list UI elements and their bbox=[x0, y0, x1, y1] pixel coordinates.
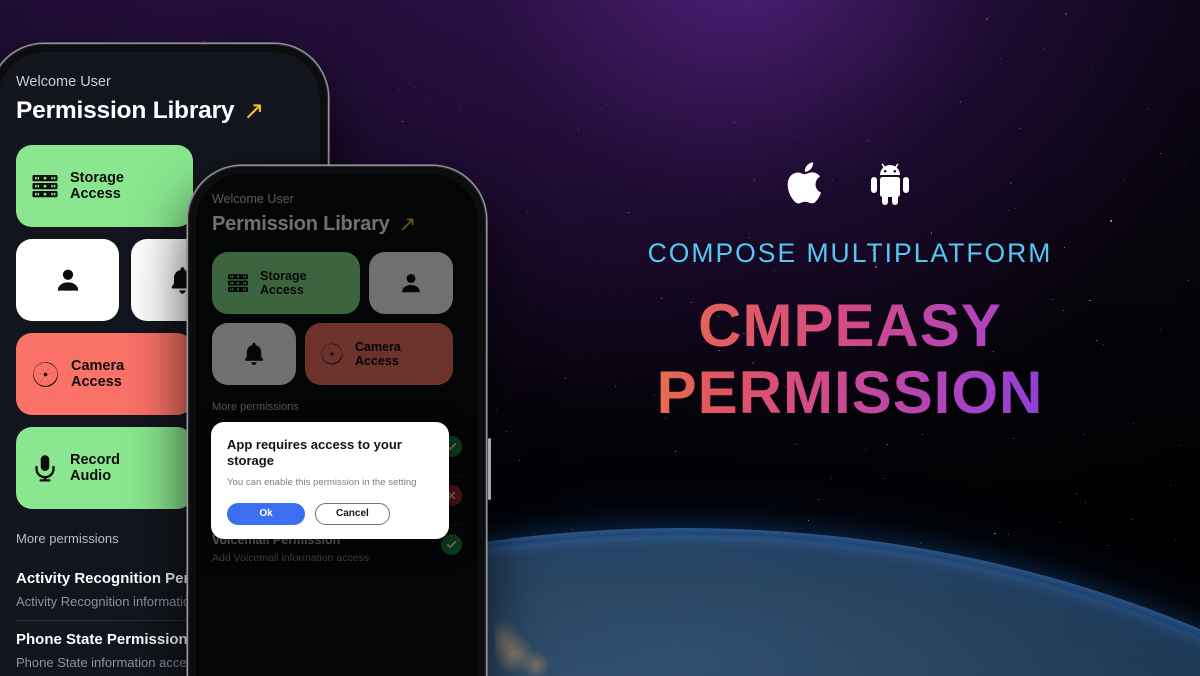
cancel-button[interactable]: Cancel bbox=[315, 502, 390, 525]
tile-camera-access[interactable]: Camera Access bbox=[16, 333, 193, 415]
person-icon bbox=[57, 269, 78, 291]
product-name-line-2: PERMISSION bbox=[600, 362, 1100, 423]
framework-label: COMPOSE MULTIPLATFORM bbox=[647, 238, 1053, 268]
tile-label: Storage Access bbox=[70, 169, 124, 202]
branding-block: COMPOSE MULTIPLATFORM CMPEASY PERMISSION bbox=[600, 152, 1100, 423]
dialog-subtitle: You can enable this permission in the se… bbox=[227, 476, 417, 488]
storage-rack-icon bbox=[32, 175, 58, 198]
platform-logos bbox=[600, 152, 1100, 214]
product-name-line-1: CMPEASY bbox=[600, 296, 1100, 356]
promo-graphic: COMPOSE MULTIPLATFORM CMPEASY PERMISSION… bbox=[0, 0, 1200, 676]
phone-screen-front: Welcome User Permission Library ↗ bbox=[196, 174, 478, 676]
android-icon bbox=[865, 159, 915, 207]
phone-side-button[interactable] bbox=[487, 438, 491, 500]
earth-city-lights bbox=[495, 620, 585, 676]
tile-contacts[interactable] bbox=[16, 239, 119, 321]
camera-aperture-icon bbox=[33, 361, 58, 387]
welcome-text: Welcome User bbox=[16, 74, 111, 90]
tile-label: Record Audio bbox=[70, 451, 120, 484]
phone-mockup-front: Welcome User Permission Library ↗ bbox=[188, 166, 491, 676]
page-title: Permission Library bbox=[16, 97, 235, 124]
ok-button[interactable]: Ok bbox=[227, 502, 305, 525]
arrow-up-right-icon[interactable]: ↗ bbox=[243, 98, 264, 124]
tile-label: Camera Access bbox=[71, 357, 125, 390]
apple-icon bbox=[786, 158, 829, 208]
dialog-actions: Ok Cancel bbox=[227, 502, 433, 525]
permission-dialog: App requires access to your storage You … bbox=[211, 422, 449, 539]
tile-storage-access[interactable]: Storage Access bbox=[16, 145, 193, 227]
page-title-row: Permission Library ↗ bbox=[16, 97, 302, 125]
microphone-icon bbox=[35, 455, 55, 482]
dialog-title: App requires access to your storage bbox=[227, 437, 402, 469]
tile-record-audio[interactable]: Record Audio bbox=[16, 427, 193, 509]
